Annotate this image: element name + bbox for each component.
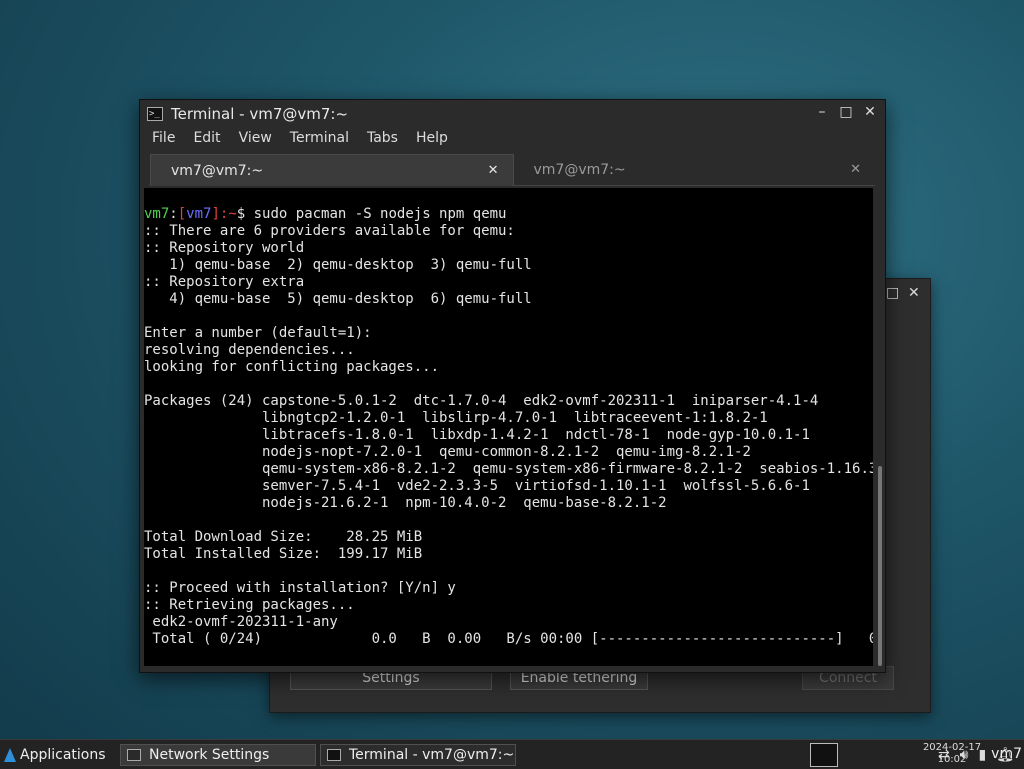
output-line: qemu-system-x86-8.2.1-2 qemu-system-x86-… (144, 461, 873, 477)
output-line: :: There are 6 providers available for q… (144, 223, 515, 239)
taskbar: Applications Network Settings Terminal -… (0, 739, 1024, 769)
output-line: looking for conflicting packages... (144, 359, 440, 375)
prompt-lbracket: [ (177, 206, 187, 222)
terminal-output[interactable]: vm7:[vm7]:~$ sudo pacman -S nodejs npm q… (144, 188, 873, 666)
output-line: edk2-ovmf-202311-1-any (144, 614, 338, 630)
output-line: Total Download Size: 28.25 MiB (144, 529, 423, 545)
output-line: nodejs-nopt-7.2.0-1 qemu-common-8.2.1-2 … (144, 444, 751, 460)
network-settings-icon (127, 748, 141, 761)
clock-date: 2024-02-17 (922, 742, 982, 753)
output-line: 1) qemu-base 2) qemu-desktop 3) qemu-ful… (144, 257, 532, 273)
taskbar-item-network-settings[interactable]: Network Settings (120, 743, 316, 766)
close-icon[interactable]: ✕ (863, 104, 877, 120)
scrollbar-thumb[interactable] (878, 466, 882, 666)
menu-tabs[interactable]: Tabs (361, 130, 404, 152)
prompt-rbracket: ] (211, 206, 220, 222)
output-line: :: Repository extra (144, 274, 305, 290)
tab-1[interactable]: vm7@vm7:~ ✕ (150, 154, 514, 186)
output-line: :: Retrieving packages... (144, 597, 355, 613)
menu-terminal[interactable]: Terminal (284, 130, 355, 152)
output-line: :: Repository world (144, 240, 305, 256)
menu-view[interactable]: View (233, 130, 278, 152)
maximize-icon[interactable]: □ (839, 104, 853, 120)
clock[interactable]: 2024-02-17 10:02 (922, 742, 982, 766)
tab-2[interactable]: vm7@vm7:~ ✕ (513, 154, 875, 186)
arch-logo-icon (4, 747, 16, 762)
maximize-icon[interactable]: □ (886, 285, 899, 301)
tab-label: vm7@vm7:~ (533, 161, 626, 178)
terminal-icon (327, 748, 341, 761)
tab-label: vm7@vm7:~ (171, 162, 264, 179)
show-desktop-icon[interactable] (809, 742, 838, 767)
task-label: Terminal - vm7@vm7:~ (349, 746, 515, 763)
applications-menu[interactable]: Applications (0, 747, 116, 763)
prompt-user: vm7 (144, 206, 170, 222)
terminal-app-icon: >_ (147, 107, 163, 121)
prompt-line: vm7:[vm7]:~$ sudo pacman -S nodejs npm q… (144, 206, 873, 223)
tab-bar: vm7@vm7:~ ✕ vm7@vm7:~ ✕ (150, 154, 875, 186)
terminal-scrollbar[interactable] (877, 188, 883, 666)
output-line: resolving dependencies... (144, 342, 355, 358)
close-icon[interactable]: ✕ (908, 285, 920, 301)
output-line: :: Proceed with installation? [Y/n] y (144, 580, 456, 596)
title-bar[interactable]: >_ Terminal - vm7@vm7:~ – □ ✕ (140, 100, 885, 128)
task-label: Network Settings (149, 746, 270, 763)
tab-close-icon[interactable]: ✕ (850, 162, 861, 177)
menu-file[interactable]: File (146, 130, 181, 152)
prompt-host: vm7 (186, 206, 212, 222)
prompt-dollar: $ (236, 206, 254, 222)
applications-label: Applications (20, 746, 106, 763)
menu-help[interactable]: Help (410, 130, 454, 152)
prompt-command: sudo pacman -S nodejs npm qemu (253, 206, 507, 222)
output-line: Total ( 0/24) 0.0 B 0.00 B/s 00:00 [----… (144, 631, 873, 647)
menu-edit[interactable]: Edit (187, 130, 226, 152)
window-title: Terminal - vm7@vm7:~ (171, 105, 349, 123)
output-line: libtracefs-1.8.0-1 libxdp-1.4.2-1 ndctl-… (144, 427, 810, 443)
minimize-icon[interactable]: – (815, 104, 829, 120)
prompt-colon: : (169, 206, 178, 222)
output-line: nodejs-21.6.2-1 npm-10.4.0-2 qemu-base-8… (144, 495, 667, 511)
user-name[interactable]: vm7 (991, 746, 1022, 762)
output-line: 4) qemu-base 5) qemu-desktop 6) qemu-ful… (144, 291, 532, 307)
output-line: libngtcp2-1.2.0-1 libslirp-4.7.0-1 libtr… (144, 410, 768, 426)
terminal-window[interactable]: >_ Terminal - vm7@vm7:~ – □ ✕ File Edit … (139, 99, 886, 673)
output-line: semver-7.5.4-1 vde2-2.3.3-5 virtiofsd-1.… (144, 478, 810, 494)
output-line: Packages (24) capstone-5.0.1-2 dtc-1.7.0… (144, 393, 819, 409)
tab-close-icon[interactable]: ✕ (488, 163, 499, 178)
clock-time: 10:02 (937, 754, 967, 765)
output-line: Enter a number (default=1): (144, 325, 372, 341)
output-line: Total Installed Size: 199.17 MiB (144, 546, 423, 562)
taskbar-item-terminal[interactable]: Terminal - vm7@vm7:~ (320, 743, 516, 766)
prompt-path: :~ (219, 206, 237, 222)
menu-bar: File Edit View Terminal Tabs Help (140, 130, 454, 152)
